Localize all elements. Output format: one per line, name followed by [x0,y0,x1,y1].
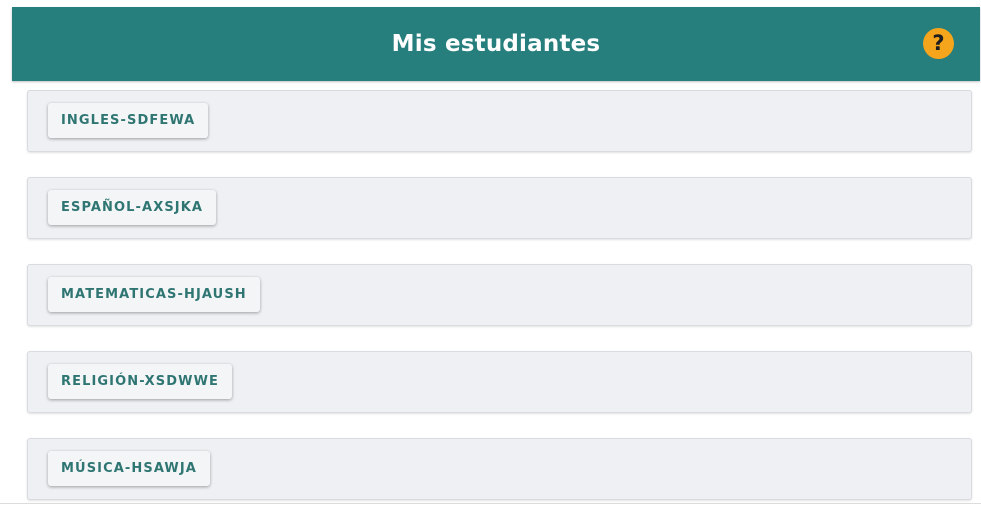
course-button-matematicas[interactable]: MATEMATICAS-HJAUSH [48,277,260,312]
course-button-espanol[interactable]: ESPAÑOL-AXSJKA [48,190,217,225]
course-list: INGLES-SDFEWA ESPAÑOL-AXSJKA MATEMATICAS… [27,90,972,525]
course-card: MÚSICA-HSAWJA [27,438,972,500]
help-question-icon[interactable]: ? [923,28,954,59]
course-button-religion[interactable]: RELIGIÓN-XSDWWE [48,364,233,399]
course-card: INGLES-SDFEWA [27,90,972,152]
course-card: MATEMATICAS-HJAUSH [27,264,972,326]
bottom-divider [0,503,981,504]
course-button-ingles[interactable]: INGLES-SDFEWA [48,103,209,138]
page-title: Mis estudiantes [391,31,601,57]
top-header-bar: Mis estudiantes ? [12,7,980,81]
course-card: ESPAÑOL-AXSJKA [27,177,972,239]
course-button-musica[interactable]: MÚSICA-HSAWJA [48,451,210,486]
course-card: RELIGIÓN-XSDWWE [27,351,972,413]
